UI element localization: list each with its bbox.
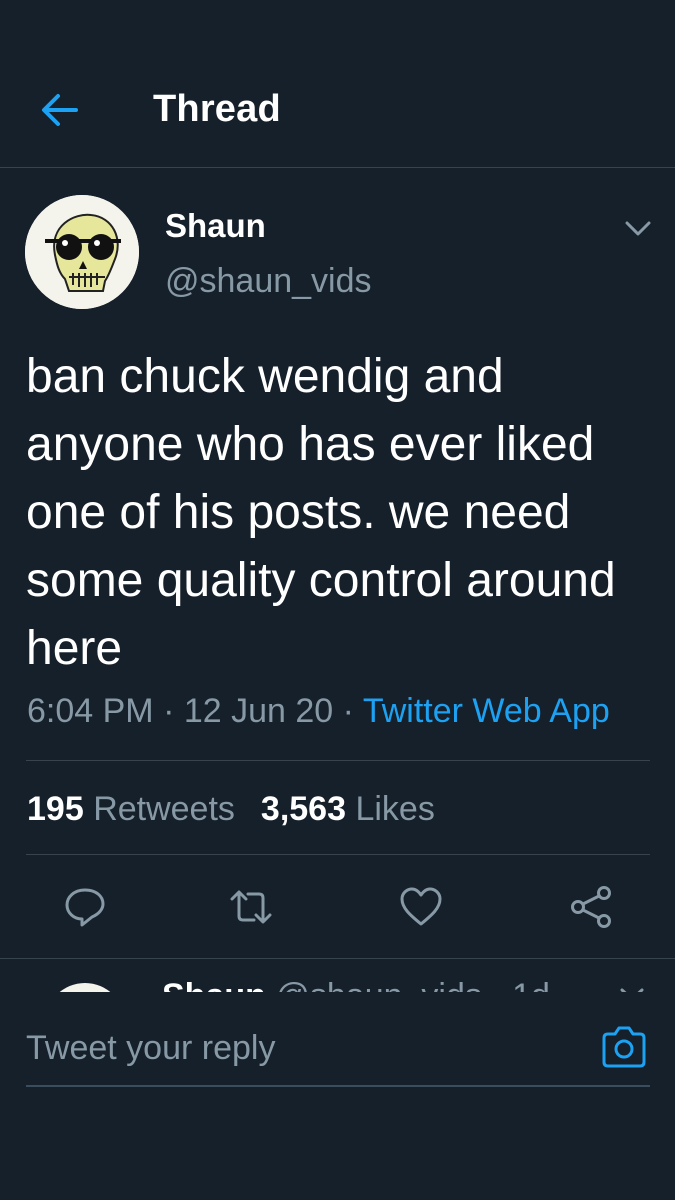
app-header — [0, 50, 675, 168]
tweet-time: 6:04 PM — [27, 692, 154, 730]
author-name[interactable]: Shaun — [165, 207, 266, 245]
tweet-source-link[interactable]: Twitter Web App — [363, 692, 610, 730]
tweet-meta: 6:04 PM · 12 Jun 20 · Twitter Web App — [27, 692, 610, 731]
page-title: Thread — [153, 88, 281, 130]
likes-label: Likes — [355, 790, 435, 828]
retweet-icon[interactable] — [228, 884, 274, 930]
reply-input[interactable] — [26, 1020, 526, 1076]
retweets-stat[interactable]: 195 Retweets — [27, 790, 235, 828]
like-icon[interactable] — [398, 884, 444, 930]
likes-count: 3,563 — [260, 790, 347, 828]
avatar — [45, 983, 125, 992]
divider — [26, 760, 650, 761]
chevron-down-icon[interactable] — [622, 214, 654, 242]
reply-input-underline — [26, 1085, 650, 1087]
divider — [26, 854, 650, 855]
retweets-label: Retweets — [93, 790, 235, 828]
back-arrow-icon[interactable] — [38, 90, 82, 130]
next-tweet-preview[interactable]: Shaun @shaun_vids · 1d — [0, 958, 675, 992]
chevron-down-icon[interactable] — [618, 985, 646, 992]
camera-icon[interactable] — [600, 1024, 648, 1070]
share-icon[interactable] — [568, 884, 614, 930]
meta-separator: · — [163, 692, 175, 730]
next-tweet-age: · 1d — [491, 977, 550, 992]
avatar[interactable] — [25, 195, 139, 309]
meta-separator: · — [342, 692, 354, 730]
tweet-date: 12 Jun 20 — [183, 692, 334, 730]
next-tweet-header: Shaun @shaun_vids · 1d — [162, 977, 550, 992]
tweet-text: ban chuck wendig and anyone who has ever… — [26, 350, 616, 675]
reply-icon[interactable] — [62, 884, 108, 930]
next-author-handle: @shaun_vids — [275, 977, 482, 992]
tweet-stats: 195 Retweets 3,563 Likes — [27, 790, 435, 829]
retweets-count: 195 — [27, 790, 84, 828]
likes-stat[interactable]: 3,563 Likes — [261, 790, 435, 828]
next-author-name: Shaun — [162, 977, 266, 992]
author-handle[interactable]: @shaun_vids — [165, 262, 372, 301]
